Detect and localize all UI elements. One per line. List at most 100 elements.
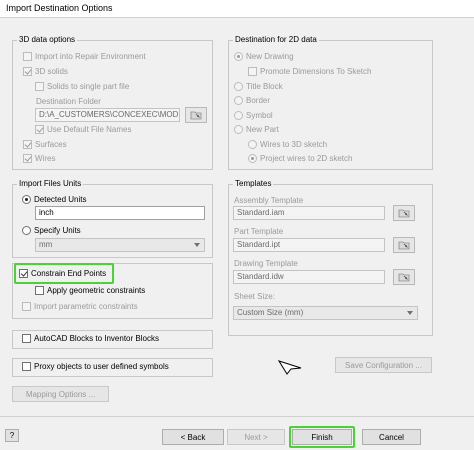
radio-circle xyxy=(234,52,243,61)
sheet-size-select[interactable]: Custom Size (mm) xyxy=(233,306,418,320)
chevron-down-icon xyxy=(407,311,413,315)
new-part-radio[interactable]: New Part xyxy=(234,125,279,134)
surfaces-checkbox[interactable]: Surfaces xyxy=(23,140,67,149)
proxy-objects-checkbox[interactable]: Proxy objects to user defined symbols xyxy=(22,362,169,371)
symbol-label: Symbol xyxy=(246,111,273,120)
detected-units-field[interactable]: inch xyxy=(35,206,205,220)
checkbox-box xyxy=(23,140,32,149)
border-radio[interactable]: Border xyxy=(234,96,270,105)
checkbox-box xyxy=(23,154,32,163)
autocad-blocks-checkbox[interactable]: AutoCAD Blocks to Inventor Blocks xyxy=(22,334,159,343)
browse-icon xyxy=(398,209,410,218)
solids-checkbox[interactable]: 3D solids xyxy=(23,67,68,76)
specify-units-select[interactable]: mm xyxy=(35,238,205,252)
use-default-checkbox[interactable]: Use Default File Names xyxy=(35,125,131,134)
detected-units-label: Detected Units xyxy=(34,195,87,204)
radio-circle xyxy=(248,154,257,163)
promote-dims-checkbox[interactable]: Promote Dimensions To Sketch xyxy=(248,67,371,76)
cancel-button[interactable]: Cancel xyxy=(362,429,421,445)
solids-single-label: Solids to single part file xyxy=(47,82,130,91)
finish-highlight xyxy=(289,426,355,448)
checkbox-box xyxy=(35,286,44,295)
specify-units-label: Specify Units xyxy=(34,226,81,235)
part-template-field[interactable]: Standard.ipt xyxy=(233,238,385,252)
assembly-template-label: Assembly Template xyxy=(234,196,304,205)
drawing-template-field[interactable]: Standard.idw xyxy=(233,270,385,284)
radio-circle xyxy=(248,140,257,149)
templates-group-label: Templates xyxy=(233,179,274,189)
window-title: Import Destination Options xyxy=(6,3,113,13)
import-parametric-checkbox[interactable]: Import parametric constraints xyxy=(22,302,138,311)
browse-icon xyxy=(190,111,202,120)
solids-single-checkbox[interactable]: Solids to single part file xyxy=(35,82,129,91)
assembly-template-field[interactable]: Standard.iam xyxy=(233,206,385,220)
save-configuration-button[interactable]: Save Configuration ... xyxy=(335,357,432,373)
border-label: Border xyxy=(246,96,271,105)
new-drawing-label: New Drawing xyxy=(246,52,294,61)
next-button[interactable]: Next > xyxy=(227,429,285,445)
symbol-radio[interactable]: Symbol xyxy=(234,111,273,120)
checkbox-box xyxy=(248,67,257,76)
new-part-label: New Part xyxy=(246,125,279,134)
part-template-label: Part Template xyxy=(234,227,284,236)
title-block-label: Title Block xyxy=(246,82,283,91)
drawing-browse-button[interactable] xyxy=(393,269,415,285)
dest2d-group-label: Destination for 2D data xyxy=(233,35,319,45)
detected-units-radio[interactable]: Detected Units xyxy=(22,195,86,204)
mapping-options-button[interactable]: Mapping Options ... xyxy=(12,386,109,402)
checkbox-box xyxy=(35,125,44,134)
cursor-icon xyxy=(278,360,302,375)
title-bar: Import Destination Options xyxy=(0,0,474,18)
radio-circle xyxy=(234,111,243,120)
dest-folder-field[interactable]: D:\A_CUSTOMERS\CONCEXEC\MODELO_I xyxy=(35,108,180,122)
assembly-browse-button[interactable] xyxy=(393,205,415,221)
sheet-size-value: Custom Size (mm) xyxy=(237,308,304,317)
dest-folder-label: Destination Folder xyxy=(36,97,101,106)
checkbox-box xyxy=(23,67,32,76)
checkbox-box xyxy=(22,362,31,371)
promote-dims-label: Promote Dimensions To Sketch xyxy=(260,67,372,76)
use-default-label: Use Default File Names xyxy=(47,125,132,134)
radio-circle xyxy=(234,125,243,134)
back-button[interactable]: < Back xyxy=(162,429,224,445)
surfaces-label: Surfaces xyxy=(35,140,67,149)
footer-separator xyxy=(0,416,474,417)
browse-icon xyxy=(398,273,410,282)
data3d-group-label: 3D data options xyxy=(17,35,78,45)
wires-label: Wires xyxy=(35,154,56,163)
part-browse-button[interactable] xyxy=(393,237,415,253)
new-drawing-radio[interactable]: New Drawing xyxy=(234,52,294,61)
import-repair-label: Import into Repair Environment xyxy=(35,52,146,61)
import-repair-checkbox[interactable]: Import into Repair Environment xyxy=(23,52,146,61)
radio-circle xyxy=(22,226,31,235)
radio-circle xyxy=(234,96,243,105)
solids-label: 3D solids xyxy=(35,67,68,76)
units-group-label: Import Files Units xyxy=(17,179,84,189)
wires-checkbox[interactable]: Wires xyxy=(23,154,55,163)
import-parametric-label: Import parametric constraints xyxy=(34,302,138,311)
apply-geometric-label: Apply geometric constraints xyxy=(47,286,146,295)
checkbox-box xyxy=(35,82,44,91)
constrain-highlight xyxy=(14,263,114,284)
checkbox-box xyxy=(22,334,31,343)
specify-units-radio[interactable]: Specify Units xyxy=(22,226,81,235)
apply-geometric-checkbox[interactable]: Apply geometric constraints xyxy=(35,286,145,295)
dest-folder-browse-button[interactable] xyxy=(185,107,207,123)
checkbox-box xyxy=(23,52,32,61)
title-block-radio[interactable]: Title Block xyxy=(234,82,283,91)
project-wires-radio[interactable]: Project wires to 2D sketch xyxy=(248,154,352,163)
help-button[interactable]: ? xyxy=(5,429,19,442)
autocad-blocks-label: AutoCAD Blocks to Inventor Blocks xyxy=(34,334,159,343)
chevron-down-icon xyxy=(194,243,200,247)
radio-circle xyxy=(234,82,243,91)
wires-3d-label: Wires to 3D sketch xyxy=(260,140,328,149)
sheet-size-label: Sheet Size: xyxy=(234,292,275,301)
drawing-template-label: Drawing Template xyxy=(234,259,298,268)
specify-units-value: mm xyxy=(39,240,53,249)
browse-icon xyxy=(398,241,410,250)
wires-3d-radio[interactable]: Wires to 3D sketch xyxy=(248,140,327,149)
radio-circle xyxy=(22,195,31,204)
project-wires-label: Project wires to 2D sketch xyxy=(260,154,353,163)
proxy-objects-label: Proxy objects to user defined symbols xyxy=(34,362,169,371)
checkbox-box xyxy=(22,302,31,311)
